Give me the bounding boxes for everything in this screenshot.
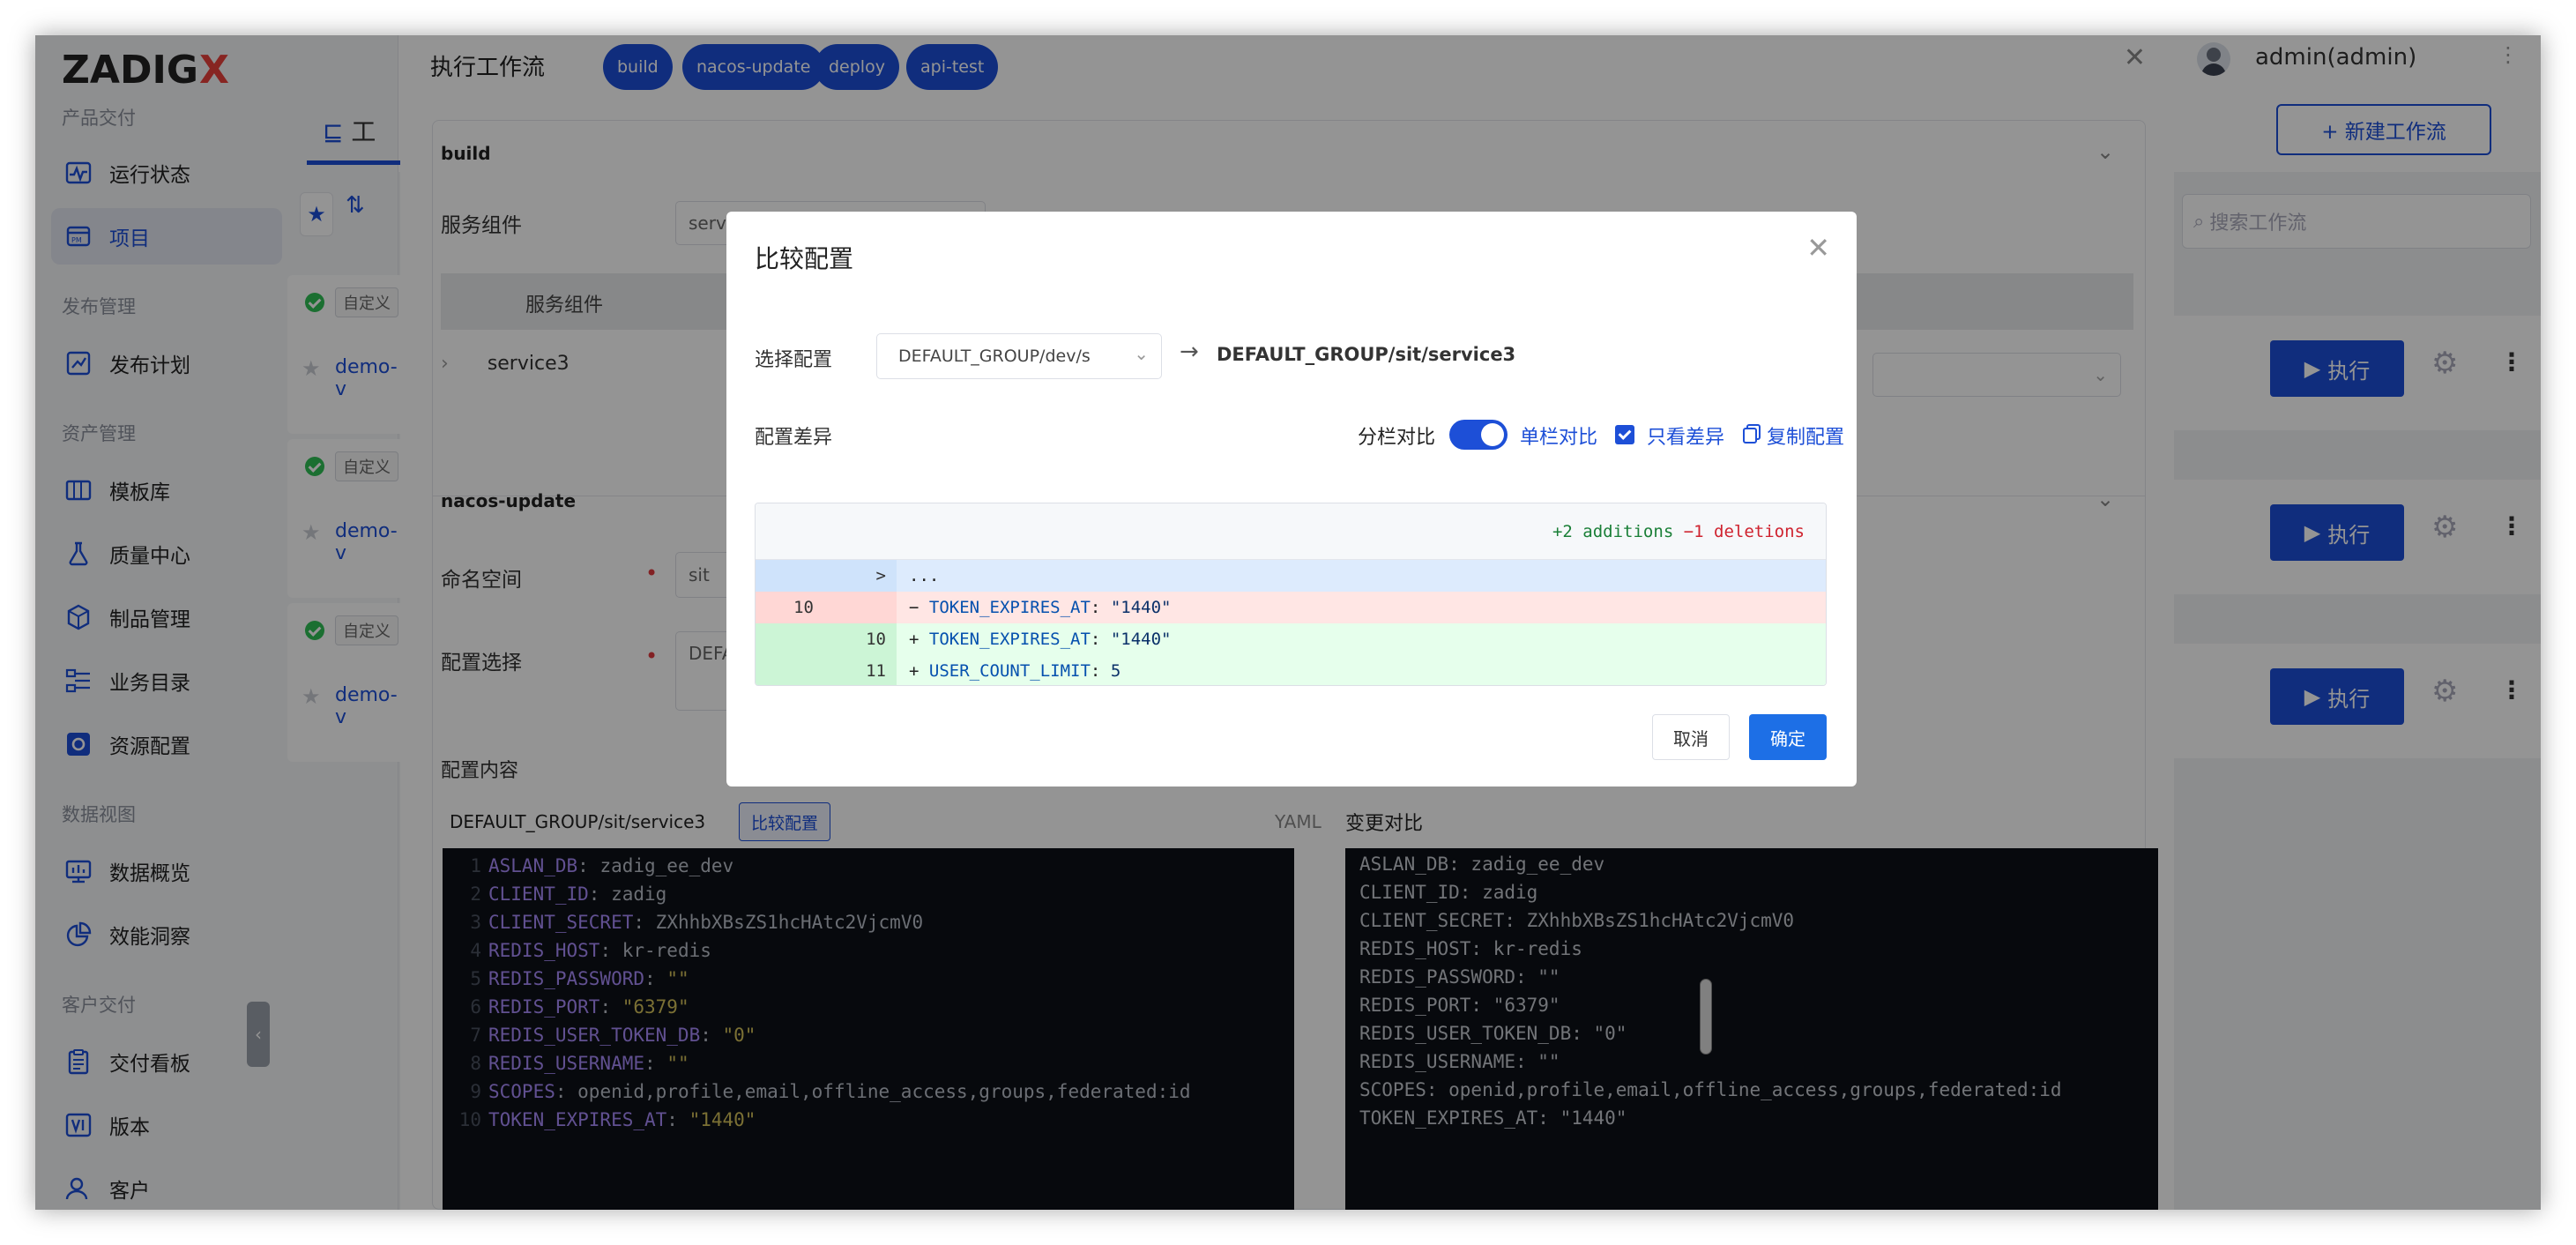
diff-key: TOKEN_EXPIRES_AT xyxy=(928,598,1091,617)
diff-gutter: 10 xyxy=(756,592,897,623)
diff-gutter: 11 xyxy=(756,655,897,685)
diff-key: USER_COUNT_LIMIT xyxy=(928,661,1091,681)
diff-content: + USER_COUNT_LIMIT: 5 xyxy=(897,655,1826,685)
diff-value: 5 xyxy=(1110,661,1121,681)
arrow-right-icon: → xyxy=(1180,339,1199,365)
side-by-side-label: 分栏对比 xyxy=(1358,427,1436,449)
modal-title: 比较配置 xyxy=(755,244,854,273)
close-icon[interactable]: ✕ xyxy=(1806,231,1830,265)
diff-added-row: 10 + TOKEN_EXPIRES_AT: "1440" xyxy=(756,623,1826,655)
diff-sign: + xyxy=(909,630,929,649)
only-diff-checkbox[interactable] xyxy=(1615,425,1634,444)
diff-stats: +2 additions −1 deletions xyxy=(756,503,1826,560)
diff-content: + TOKEN_EXPIRES_AT: "1440" xyxy=(897,623,1826,655)
app-window: ZADIG X 产品交付 运行状态 PM 项目 发布管理 发布计划 资产管理 模… xyxy=(35,35,2541,1210)
hunk-text: ... xyxy=(897,560,1826,592)
diff-viewer: +2 additions −1 deletions > ... 10 − TOKE… xyxy=(755,503,1827,686)
new-line-number: 11 xyxy=(866,661,886,681)
diff-content: − TOKEN_EXPIRES_AT: "1440" xyxy=(897,592,1826,623)
select-config-label: 选择配置 xyxy=(755,349,833,371)
hunk-gutter: > xyxy=(756,560,897,592)
diff-sign: + xyxy=(909,661,929,681)
confirm-button[interactable]: 确定 xyxy=(1749,714,1827,760)
diff-colon: : xyxy=(1090,630,1111,649)
diff-gutter: 10 xyxy=(756,623,897,655)
diff-value: "1440" xyxy=(1110,598,1172,617)
cancel-button[interactable]: 取消 xyxy=(1652,714,1730,760)
compare-config-modal: 比较配置 ✕ 选择配置 DEFAULT_GROUP/dev/s ⌄ → DEFA… xyxy=(726,212,1857,787)
config-diff-label: 配置差异 xyxy=(755,427,833,449)
diff-added-row: 11 + USER_COUNT_LIMIT: 5 xyxy=(756,655,1826,685)
copy-icon[interactable] xyxy=(1742,423,1761,444)
diff-key: TOKEN_EXPIRES_AT xyxy=(928,630,1091,649)
diff-colon: : xyxy=(1090,661,1111,681)
deletions-count: −1 deletions xyxy=(1683,522,1805,541)
diff-sign: − xyxy=(909,598,929,617)
inline-label: 单栏对比 xyxy=(1520,427,1598,449)
copy-config-button[interactable]: 复制配置 xyxy=(1767,421,1844,450)
diff-colon: : xyxy=(1090,598,1111,617)
diff-deleted-row: 10 − TOKEN_EXPIRES_AT: "1440" xyxy=(756,592,1826,623)
diff-hunk-row[interactable]: > ... xyxy=(756,560,1826,592)
old-line-number: 10 xyxy=(793,598,814,617)
chevron-down-icon: ⌄ xyxy=(1134,343,1149,364)
additions-count: +2 additions xyxy=(1552,522,1674,541)
diff-mode-toggle[interactable] xyxy=(1449,420,1508,450)
diff-value: "1440" xyxy=(1110,630,1172,649)
new-line-number: 10 xyxy=(866,630,886,649)
only-diff-label[interactable]: 只看差异 xyxy=(1647,421,1724,450)
expand-icon[interactable]: > xyxy=(828,560,886,592)
target-config: DEFAULT_GROUP/sit/service3 xyxy=(1217,344,1516,365)
source-config-select[interactable]: DEFAULT_GROUP/dev/s ⌄ xyxy=(876,333,1162,379)
source-config-value: DEFAULT_GROUP/dev/s xyxy=(898,347,1091,366)
